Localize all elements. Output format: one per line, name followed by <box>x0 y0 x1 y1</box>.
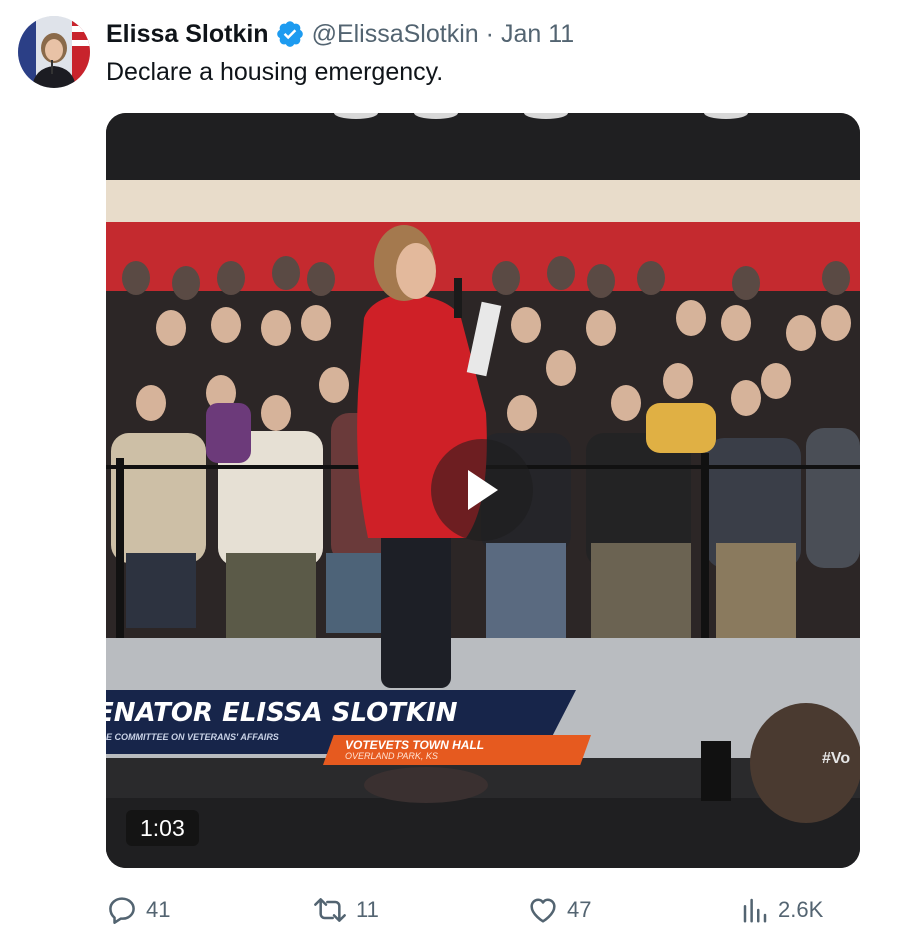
verified-badge-icon[interactable] <box>275 19 305 49</box>
tweet-actions-bar: 41 11 47 2.6K <box>0 888 900 932</box>
repost-count: 11 <box>356 897 379 922</box>
like-count: 47 <box>567 897 592 922</box>
event-title: VOTEVETS TOWN HALL <box>345 738 485 752</box>
reply-icon <box>109 897 135 924</box>
heart-icon <box>530 898 556 923</box>
play-button[interactable] <box>431 439 533 541</box>
analytics-icon <box>743 898 767 923</box>
tweet-text: Declare a housing emergency. <box>106 58 444 86</box>
author-avatar[interactable] <box>18 16 90 88</box>
like-button[interactable]: 47 <box>527 894 591 926</box>
view-count: 2.6K <box>778 897 824 922</box>
views-button[interactable]: 2.6K <box>740 894 823 926</box>
video-hashtag: #Vo <box>822 750 851 767</box>
reply-button[interactable]: 41 <box>106 894 170 926</box>
tweet-date[interactable]: Jan 11 <box>501 20 574 49</box>
author-name[interactable]: Elissa Slotkin <box>106 20 269 49</box>
repost-button[interactable]: 11 <box>312 894 379 926</box>
separator-dot: · <box>485 19 494 48</box>
chyron-title: ENATOR ELISSA SLOTKIN <box>106 698 458 728</box>
event-location: OVERLAND PARK, KS <box>345 751 438 761</box>
author-handle[interactable]: @ElissaSlotkin <box>312 20 479 49</box>
video-player[interactable]: ENATOR ELISSA SLOTKIN E COMMITTEE ON VET… <box>106 113 860 868</box>
reply-count: 41 <box>146 897 171 922</box>
avatar-image <box>18 16 90 88</box>
event-banner: VOTEVETS TOWN HALL OVERLAND PARK, KS <box>323 735 591 765</box>
repost-icon <box>314 898 346 922</box>
play-icon <box>468 470 498 510</box>
video-duration: 1:03 <box>126 810 199 846</box>
chyron-subtitle: E COMMITTEE ON VETERANS' AFFAIRS <box>106 732 279 742</box>
tweet-header: Elissa Slotkin @ElissaSlotkin · Jan 11 <box>106 17 574 51</box>
